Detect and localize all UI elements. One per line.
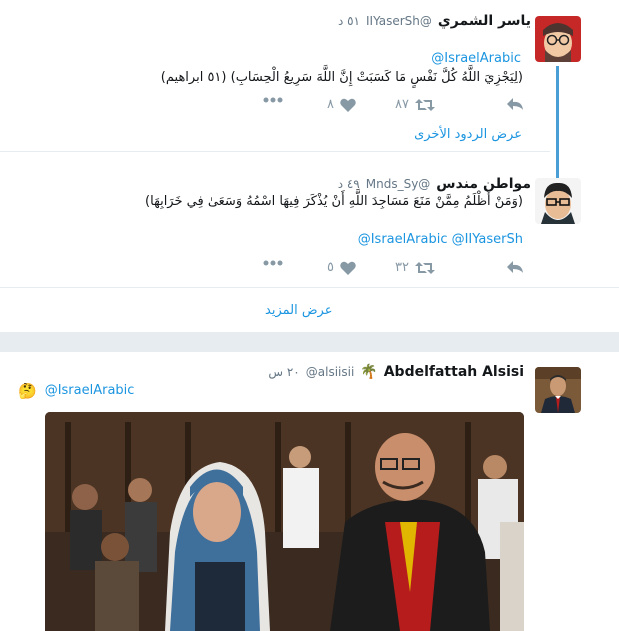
- tweet-time[interactable]: ٥١ د: [338, 14, 360, 28]
- more-icon: [263, 97, 283, 103]
- reply-icon: [506, 97, 524, 111]
- more-button[interactable]: [263, 260, 283, 266]
- section-gap: [0, 332, 619, 352]
- thinking-emoji: 🤔: [18, 382, 37, 400]
- show-more-link[interactable]: عرض المزيد: [265, 303, 332, 318]
- retweet-count: ٨٧: [395, 97, 409, 112]
- user-handle[interactable]: @alsiisii: [306, 365, 355, 379]
- tweet-time[interactable]: ٢٠ س: [268, 365, 299, 379]
- avatar[interactable]: [535, 16, 581, 62]
- mention-link[interactable]: @IsraelArabic: [431, 50, 521, 68]
- tweet-header: ياسر الشمري @IIYaserSh ٥١ د: [338, 13, 531, 29]
- like-icon: [340, 98, 356, 112]
- reply-button[interactable]: [506, 97, 524, 111]
- tweet-header: مواطن مندس @Mnds_Sy ٤٩ د: [338, 176, 531, 192]
- tweet-text: (لِيَجْزِيَ اللَّهُ كُلَّ نَفْسٍ مَا كَس…: [160, 70, 523, 85]
- retweet-count: ٣٢: [395, 260, 409, 275]
- retweet-icon: [414, 98, 435, 112]
- mention-link[interactable]: @IsraelArabic: [45, 382, 135, 400]
- tweet-time[interactable]: ٤٩ د: [338, 177, 360, 191]
- more-button[interactable]: [263, 97, 283, 103]
- avatar[interactable]: [535, 178, 581, 224]
- user-handle[interactable]: @IIYaserSh: [366, 14, 432, 28]
- user-name[interactable]: مواطن مندس: [436, 176, 531, 192]
- user-name[interactable]: Abdelfattah Alsisi: [384, 364, 524, 380]
- mention-link[interactable]: @IsraelArabic @IIYaserSh: [358, 231, 523, 249]
- like-icon: [340, 261, 356, 275]
- retweet-button[interactable]: ٣٢: [395, 260, 435, 275]
- like-count: ٥: [327, 260, 334, 275]
- tweet-photo[interactable]: [45, 412, 524, 631]
- show-other-replies-link[interactable]: عرض الردود الأخرى: [414, 127, 522, 142]
- like-button[interactable]: ٨: [327, 97, 356, 112]
- user-name[interactable]: ياسر الشمري: [438, 13, 531, 29]
- retweet-button[interactable]: ٨٧: [395, 97, 435, 112]
- tweet-text: (وَمَنْ أَظْلَمُ مِمَّنْ مَنَعَ مَسَاجِد…: [145, 194, 523, 209]
- like-button[interactable]: ٥: [327, 260, 356, 275]
- divider: [0, 151, 550, 152]
- tweet-text: 🤔 @IsraelArabic: [18, 382, 134, 400]
- reply-icon: [506, 260, 524, 274]
- more-icon: [263, 260, 283, 266]
- tweet-header: ٢٠ س @alsiisii 🌴 Abdelfattah Alsisi: [268, 364, 524, 380]
- palm-emoji: 🌴: [360, 364, 378, 380]
- like-count: ٨: [327, 97, 334, 112]
- avatar[interactable]: [535, 367, 581, 413]
- divider: [0, 287, 619, 288]
- retweet-icon: [414, 261, 435, 275]
- thread-line: [556, 66, 559, 178]
- user-handle[interactable]: @Mnds_Sy: [366, 177, 431, 191]
- reply-button[interactable]: [506, 260, 524, 274]
